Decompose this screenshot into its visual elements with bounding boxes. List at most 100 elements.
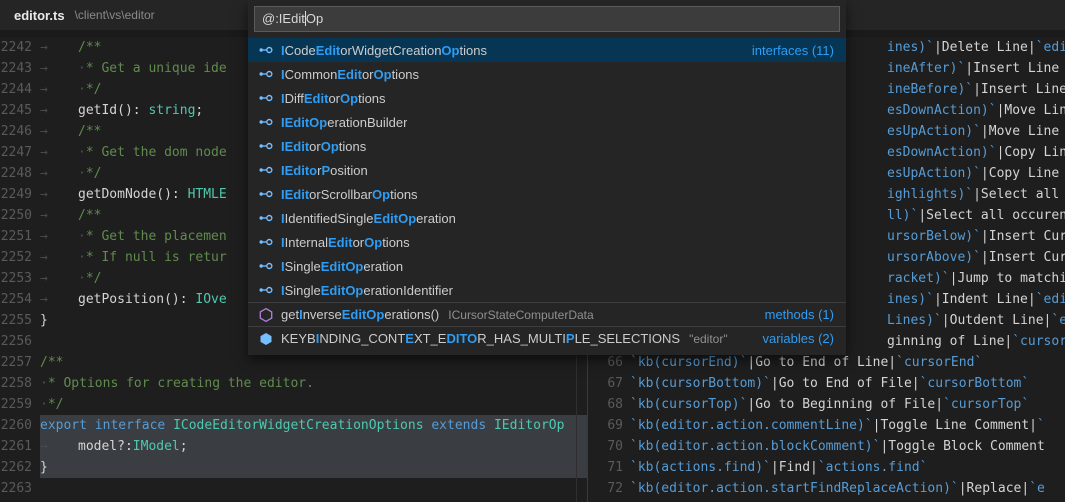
line-number: 68	[590, 394, 630, 415]
symbol-name: IEditorScrollbarOptions	[281, 187, 418, 202]
code-token: orWidgetCreation	[340, 43, 441, 58]
code-token: esUpAction)`	[887, 124, 981, 139]
code-token	[165, 418, 173, 433]
code-token: EditOp	[321, 283, 364, 298]
quick-open-item[interactable]: ICodeEditorWidgetCreationOptionsinterfac…	[248, 38, 846, 62]
quick-open-item[interactable]: IInternalEditorOptions	[248, 230, 846, 254]
code-token: `kb(cursorTop)`	[630, 397, 747, 412]
code-token: ineAfter)`	[887, 61, 965, 76]
quick-open-item[interactable]: ISingleEditOperationIdentifier	[248, 278, 846, 302]
quick-open-item[interactable]: IEditorPosition	[248, 158, 846, 182]
code-token: or	[353, 235, 365, 250]
quick-open-item[interactable]: IIdentifiedSingleEditOperation	[248, 206, 846, 230]
quick-open-item[interactable]: IEditorOptions	[248, 134, 846, 158]
code-token: or	[362, 67, 374, 82]
code-token: ighlights)`	[887, 187, 973, 202]
code-token: ?:	[117, 439, 133, 454]
code-token: |Outdent Line|	[942, 313, 1052, 328]
code-line: 2260export interface ICodeEditorWidgetCr…	[0, 415, 587, 436]
code-token: eration	[416, 211, 456, 226]
code-token: */	[86, 166, 102, 181]
clipped-line-fragment: racket)`|Jump to matching br	[887, 271, 1065, 286]
code-token: |Copy Line Dow	[997, 145, 1065, 160]
symbol-name: ICommonEditorOptions	[281, 67, 419, 82]
tab-whitespace-arrow: →	[40, 268, 78, 289]
quick-open-item[interactable]: KEYBINDING_CONTEXT_EDITOR_HAS_MULTIPLE_S…	[248, 326, 846, 350]
code-token: tions	[390, 187, 417, 202]
quick-open-item[interactable]: IEditOperationBuilder	[248, 110, 846, 134]
code-token: Diff	[285, 91, 304, 106]
quick-open-item[interactable]: ISingleEditOperation	[248, 254, 846, 278]
interface-icon	[258, 138, 274, 154]
line-number: 70	[590, 436, 630, 457]
code-line-content: `kb(cursorBottom)`|Go to End of File|`cu…	[630, 373, 1065, 394]
code-token	[87, 418, 95, 433]
code-token: getId():	[78, 103, 148, 118]
quick-open-input[interactable]: @:IEditOp	[254, 6, 840, 32]
symbol-name: IEditorPosition	[281, 163, 368, 178]
variable-icon	[258, 331, 274, 347]
code-token: `kb(editor.action.startFindReplaceAction…	[630, 481, 959, 496]
code-token: get	[281, 307, 299, 322]
code-line-content: `kb(actions.find)`|Find|`actions.find`	[630, 457, 1065, 478]
quick-open-item[interactable]: getInverseEditOperations()ICursorStateCo…	[248, 302, 846, 326]
code-token: IdentifiedSingle	[285, 211, 374, 226]
code-token: }	[40, 313, 48, 328]
code-token: |Delete Line|	[934, 40, 1036, 55]
code-token: |Insert Line Abov	[973, 82, 1065, 97]
code-token: Op	[374, 67, 392, 82]
code-token: |Copy Line Up|	[981, 166, 1065, 181]
code-token: erationBuilder	[327, 115, 407, 130]
code-token: eration	[363, 259, 403, 274]
quick-open-item[interactable]: IDiffEditorOptions	[248, 86, 846, 110]
code-token: Op	[372, 187, 390, 202]
quick-open-item[interactable]: ICommonEditorOptions	[248, 62, 846, 86]
code-token: racket)`	[887, 271, 950, 286]
line-number: 2245	[0, 100, 40, 121]
tab-whitespace-arrow: →	[40, 142, 78, 163]
code-token: Op	[441, 43, 459, 58]
code-token: * Get the placemen	[86, 229, 227, 244]
code-token: |Go to Beginning of File|	[747, 397, 943, 412]
quick-open-item[interactable]: IEditorScrollbarOptions	[248, 182, 846, 206]
code-token: }	[40, 460, 48, 475]
code-token: export	[40, 418, 87, 433]
tab-whitespace-arrow: →	[40, 226, 78, 247]
code-token: IEditOp	[281, 115, 327, 130]
code-token: Op	[340, 91, 358, 106]
code-line: 70`kb(editor.action.blockComment)`|Toggl…	[590, 436, 1065, 457]
clipped-line-fragment: ighlights)`|Select all occur	[887, 187, 1065, 202]
code-token: ines)`	[887, 292, 934, 307]
code-token: IEdito	[281, 163, 317, 178]
code-token: ·	[78, 250, 86, 265]
code-token: Op	[321, 139, 339, 154]
tab-editor-ts[interactable]: editor.ts \client\vs\editor	[0, 0, 169, 30]
code-token: Single	[285, 259, 321, 274]
code-token: EditOp	[342, 307, 385, 322]
interface-icon	[258, 162, 274, 178]
tab-whitespace-arrow: →	[40, 436, 78, 457]
code-line: 71`kb(actions.find)`|Find|`actions.find`	[590, 457, 1065, 478]
tab-filename: editor.ts	[14, 8, 65, 23]
code-line-content: /**	[40, 352, 587, 373]
line-number: 2260	[0, 415, 40, 436]
code-token: ineBefore)`	[887, 82, 973, 97]
interface-icon	[258, 234, 274, 250]
code-line: 69`kb(editor.action.commentLine)`|Toggle…	[590, 415, 1065, 436]
group-badge: interfaces (11)	[752, 43, 834, 58]
line-number: 67	[590, 373, 630, 394]
code-token: KEYB	[281, 331, 316, 346]
query-text-after-cursor: Op	[306, 11, 323, 26]
code-token: erations()	[384, 307, 439, 322]
code-token: ;	[195, 103, 203, 118]
tab-whitespace-arrow: →	[40, 58, 78, 79]
code-token: `cursorBottom`	[920, 376, 1030, 391]
tab-whitespace-arrow: →	[40, 121, 78, 142]
quick-open-widget: @:IEditOp ICodeEditorWidgetCreationOptio…	[248, 0, 846, 355]
code-token: ursorBelow)`	[887, 229, 981, 244]
code-token: */	[86, 271, 102, 286]
code-token: Edit	[316, 43, 341, 58]
interface-icon	[258, 282, 274, 298]
code-token: * Get a unique ide	[86, 61, 227, 76]
line-number: 2243	[0, 58, 40, 79]
